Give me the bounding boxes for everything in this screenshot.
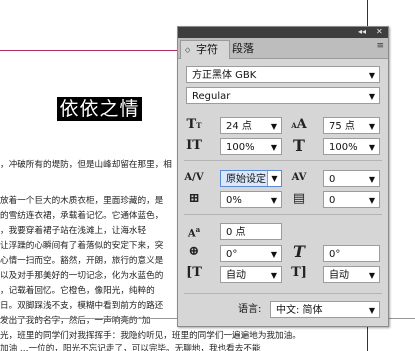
chevron-down-icon[interactable]: ▼ xyxy=(369,171,375,188)
chevron-down-icon[interactable]: ▼ xyxy=(369,88,375,105)
baseline-shift-icon: Aa xyxy=(187,225,201,240)
horizontal-scale-field[interactable]: 100% ▼ xyxy=(323,138,380,155)
kerning-icon: A/V xyxy=(184,172,204,183)
vertical-scale-value: 100% xyxy=(226,142,255,153)
aki-field[interactable]: 0 ▼ xyxy=(323,191,380,208)
tracking-icon: AV xyxy=(291,172,307,183)
aki-icon: ▤ xyxy=(292,191,306,206)
document-text-line: ，冲破所有的堤防，但是山峰却留在那里，相 xyxy=(0,160,172,170)
chevron-down-icon[interactable]: ▼ xyxy=(369,67,375,84)
font-size-value: 24 点 xyxy=(226,121,252,132)
tracking-value: 0 xyxy=(329,174,336,185)
font-style-value: Regular xyxy=(192,91,231,102)
document-text-line: 让浮躁的心瞬间有了着落似的安定下来，突 xyxy=(0,241,164,251)
divider xyxy=(184,214,382,215)
aki-value: 0 xyxy=(329,195,336,206)
font-size-field[interactable]: 24 点 ▼ xyxy=(220,117,282,134)
font-size-icon: TT xyxy=(186,117,202,132)
chevron-down-icon[interactable]: ▼ xyxy=(271,267,277,284)
document-text-line: 日。双脚踩浅不支，模糊中看到前方的路还 xyxy=(0,301,164,311)
tab-character[interactable]: ◇ 字符 xyxy=(180,40,230,59)
chevron-down-icon[interactable]: ▼ xyxy=(271,118,277,135)
tsume-icon: ⊞ xyxy=(188,191,200,206)
document-text-line: ，我要穿着裙子站在浅滩上，让海水轻 xyxy=(0,226,147,236)
font-family-dropdown[interactable]: 方正黑体 GBK ▼ xyxy=(186,66,380,83)
skew-value: 0° xyxy=(329,249,341,260)
language-dropdown[interactable]: 中文: 简体 ▼ xyxy=(270,301,380,318)
document-text-line: 放着一个巨大的木质衣柜，里面珍藏的，是 xyxy=(0,196,164,206)
panel-tabs: ◇ 字符 段落 ≡ xyxy=(178,38,388,59)
baseline-shift-field[interactable]: 0 点 xyxy=(220,223,282,240)
aki-before-dropdown[interactable]: 自动 ▼ xyxy=(220,266,282,283)
document-text-line: 心情一扫而空。豁然，开朗，旅行的意义是 xyxy=(0,256,164,266)
aki-after-value: 自动 xyxy=(329,270,349,281)
panel-menu-icon[interactable]: ≡ xyxy=(376,41,384,51)
tab-character-label: 字符 xyxy=(196,43,218,56)
document-text-line: 以及对手那美好的一切记念，化为水蓝色的 xyxy=(0,271,164,281)
font-style-dropdown[interactable]: Regular ▼ xyxy=(186,87,380,104)
horizontal-scale-icon: T xyxy=(293,136,305,155)
vertical-scale-icon: IT xyxy=(186,138,202,153)
chevron-down-icon[interactable]: ▼ xyxy=(369,139,375,156)
document-text-line: 的雪纺连衣裙，承载着记忆。它通体蓝色， xyxy=(0,211,164,221)
skew-field[interactable]: 0° xyxy=(323,245,380,262)
kerning-value: 原始设定 xyxy=(226,174,266,185)
chevron-down-icon[interactable]: ▼ xyxy=(267,171,281,186)
tab-expand-icon[interactable]: ◇ xyxy=(185,41,190,59)
tracking-field[interactable]: 0 ▼ xyxy=(323,170,380,187)
rotation-value: 0° xyxy=(226,249,238,260)
aki-after-icon: T] xyxy=(291,265,307,280)
horizontal-scale-value: 100% xyxy=(329,142,358,153)
close-icon[interactable]: ✕ xyxy=(376,26,383,37)
chevron-down-icon[interactable]: ▼ xyxy=(369,118,375,135)
skew-icon: T xyxy=(293,242,305,261)
chevron-down-icon[interactable]: ▼ xyxy=(369,267,375,284)
rotation-field[interactable]: 0° ▼ xyxy=(220,245,282,262)
language-label: 语言: xyxy=(238,304,262,315)
leading-field[interactable]: 75 点 ▼ xyxy=(323,117,380,134)
divider xyxy=(184,160,382,161)
document-text-line: ，记载着回忆。它橙色，像阳光，纯粹的 xyxy=(0,286,155,296)
chevron-down-icon[interactable]: ▼ xyxy=(369,192,375,209)
tab-paragraph[interactable]: 段落 xyxy=(232,40,262,58)
leading-icon: AA xyxy=(291,117,307,132)
document-title[interactable]: 依依之情 xyxy=(57,97,142,121)
chevron-down-icon[interactable]: ▼ xyxy=(271,246,277,263)
aki-before-value: 自动 xyxy=(226,270,246,281)
document-text-line: 加油 …一位的，阳光不忘记走了，可以完毕。无聊地，我也看去不能 xyxy=(0,344,261,351)
tsume-field[interactable]: 0% ▼ xyxy=(220,191,282,208)
chevron-down-icon[interactable]: ▼ xyxy=(271,139,277,156)
divider xyxy=(184,293,382,294)
rotation-icon: ⊕ xyxy=(188,244,200,259)
tsume-value: 0% xyxy=(226,195,242,206)
baseline-shift-value: 0 点 xyxy=(226,227,246,238)
margin-guide-horizontal xyxy=(0,50,180,51)
character-panel[interactable]: ◂◂ ✕ ◇ 字符 段落 ≡ 方正黑体 GBK ▼ Regular ▼ TT 2… xyxy=(177,26,389,327)
vertical-scale-field[interactable]: 100% ▼ xyxy=(220,138,282,155)
kerning-field[interactable]: 原始设定 ▼ xyxy=(220,170,282,187)
leading-value: 75 点 xyxy=(329,121,355,132)
chevron-down-icon[interactable]: ▼ xyxy=(369,302,375,319)
language-value: 中文: 简体 xyxy=(276,305,323,316)
collapse-icon[interactable]: ◂◂ xyxy=(358,26,366,37)
font-family-value: 方正黑体 GBK xyxy=(192,70,257,81)
aki-after-dropdown[interactable]: 自动 ▼ xyxy=(323,266,380,283)
aki-before-icon: [T xyxy=(186,265,202,280)
chevron-down-icon[interactable]: ▼ xyxy=(271,192,277,209)
document-text-line: 光，班里的同学们对我挥挥手：我隐约听见，班里的同学们一遍遍地为我加油。 xyxy=(0,331,301,341)
panel-titlebar[interactable]: ◂◂ ✕ xyxy=(178,27,388,38)
